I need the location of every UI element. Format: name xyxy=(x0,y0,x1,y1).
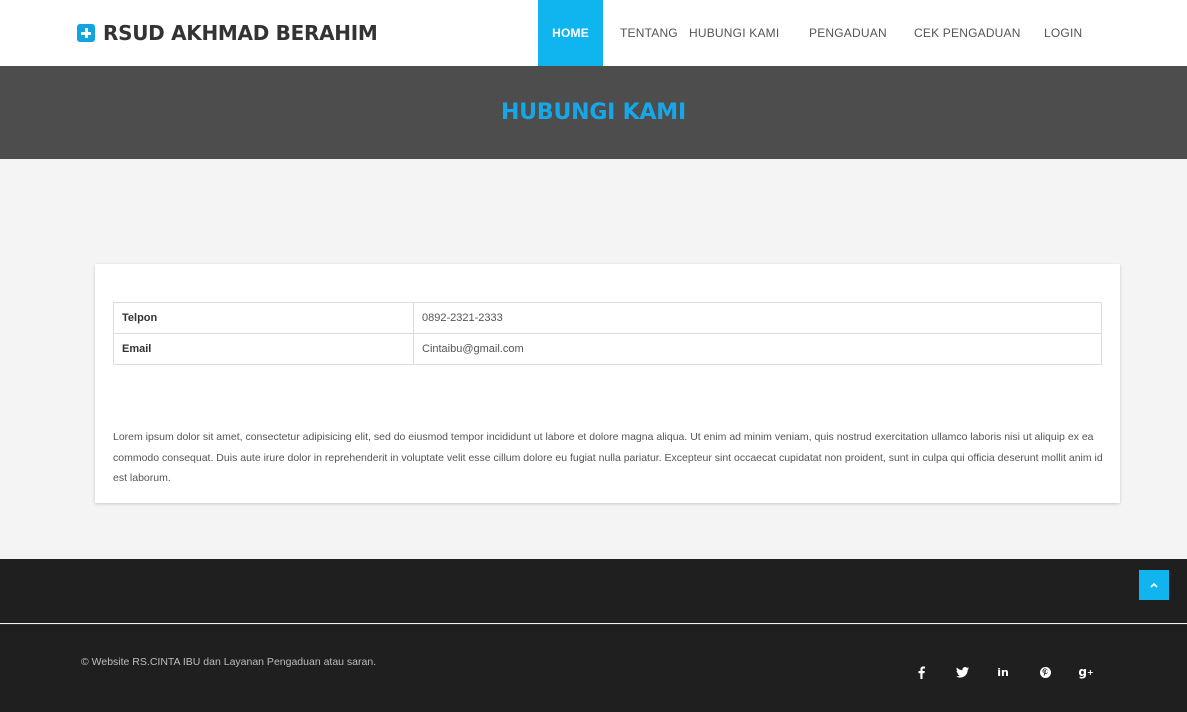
nav-item-home[interactable]: HOME xyxy=(538,0,603,66)
chevron-up-icon xyxy=(1150,582,1158,588)
email-label: Email xyxy=(113,333,414,365)
plus-square-icon xyxy=(77,24,95,42)
twitter-icon[interactable] xyxy=(955,663,969,681)
nav-item-pengaduan[interactable]: PENGADUAN xyxy=(809,0,914,66)
nav-item-login[interactable]: LOGIN xyxy=(1044,0,1089,66)
email-value: Cintaibu@gmail.com xyxy=(413,333,1102,365)
pinterest-icon[interactable] xyxy=(1038,663,1052,681)
google-plus-icon[interactable]: g + xyxy=(1078,663,1093,681)
footer-top xyxy=(0,559,1187,623)
page-title: HUBUNGI KAMI xyxy=(501,100,686,125)
site-header: RSUD AKHMAD BERAHIM HOME TENTANG HUBUNGI… xyxy=(0,0,1187,66)
brand-logo[interactable]: RSUD AKHMAD BERAHIM xyxy=(77,0,378,66)
table-row: Email Cintaibu@gmail.com xyxy=(113,333,1102,365)
linkedin-icon[interactable]: in xyxy=(996,663,1010,681)
copyright-text: © Website RS.CINTA IBU dan Layanan Penga… xyxy=(81,656,377,668)
page-banner: HUBUNGI KAMI xyxy=(0,66,1187,159)
facebook-icon[interactable] xyxy=(914,663,928,681)
brand-name: RSUD AKHMAD BERAHIM xyxy=(103,21,378,45)
contact-table: Telpon 0892-2321-2333 Email Cintaibu@gma… xyxy=(113,302,1102,365)
nav-item-tentang[interactable]: TENTANG xyxy=(603,0,689,66)
footer-bottom: © Website RS.CINTA IBU dan Layanan Penga… xyxy=(0,624,1187,712)
table-row: Telpon 0892-2321-2333 xyxy=(113,302,1102,334)
contact-card: Telpon 0892-2321-2333 Email Cintaibu@gma… xyxy=(95,264,1120,503)
back-to-top-button[interactable] xyxy=(1139,570,1169,600)
nav-item-hubungi-kami[interactable]: HUBUNGI KAMI xyxy=(689,0,809,66)
phone-value: 0892-2321-2333 xyxy=(413,302,1102,334)
main-nav: HOME TENTANG HUBUNGI KAMI PENGADUAN CEK … xyxy=(538,0,1089,66)
contact-description: Lorem ipsum dolor sit amet, consectetur … xyxy=(113,431,1103,484)
nav-item-cek-pengaduan[interactable]: CEK PENGADUAN xyxy=(914,0,1044,66)
phone-label: Telpon xyxy=(113,302,414,334)
